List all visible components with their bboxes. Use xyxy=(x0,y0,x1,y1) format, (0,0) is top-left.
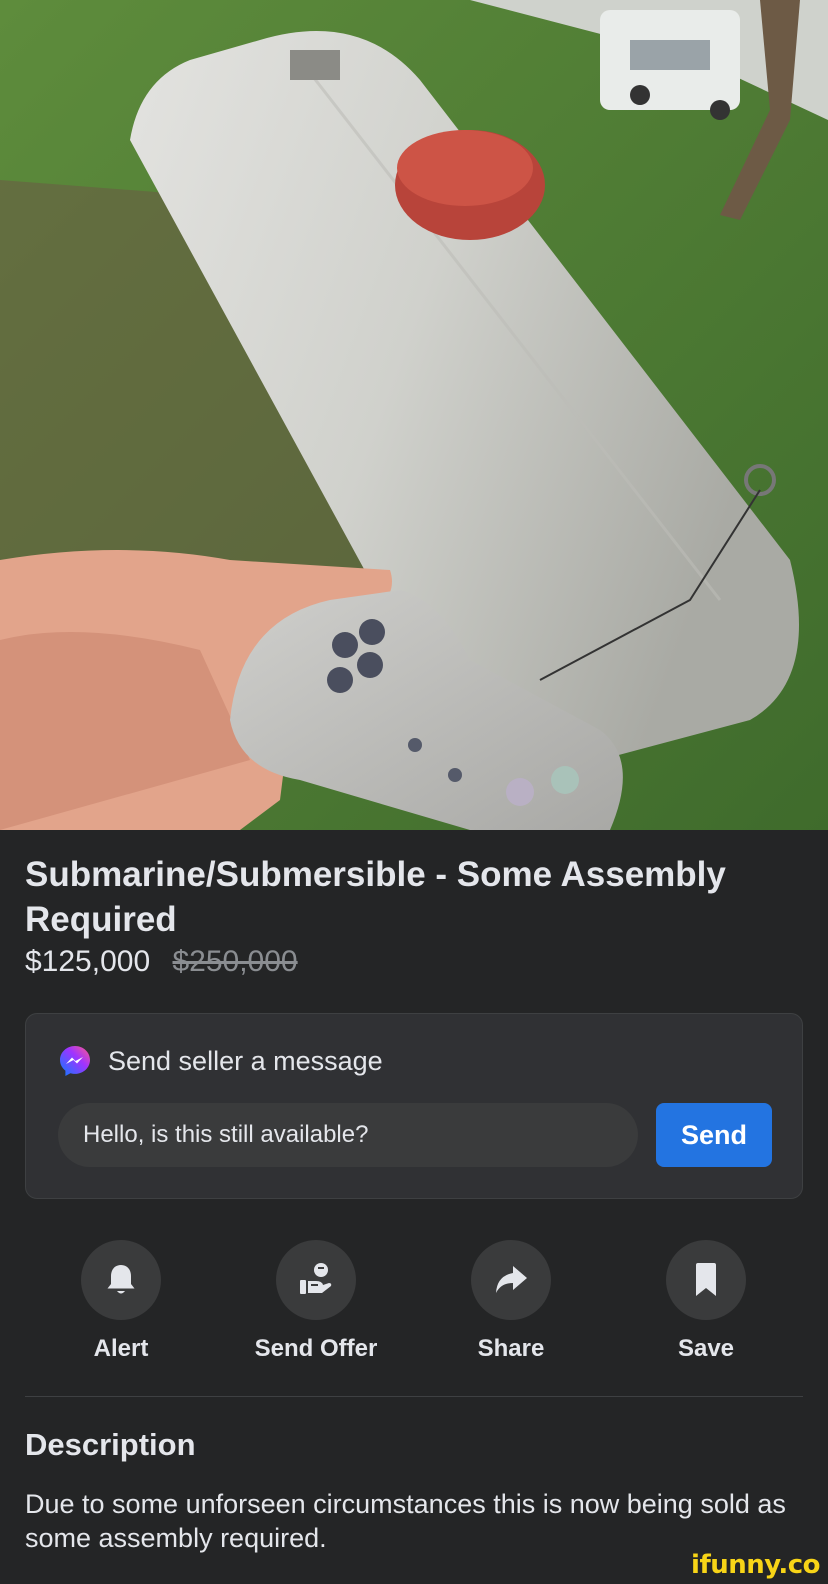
message-header-label: Send seller a message xyxy=(108,1045,383,1076)
share-button[interactable]: Share xyxy=(421,1240,601,1363)
section-divider xyxy=(25,1396,803,1397)
offer-icon xyxy=(300,1263,332,1294)
send-offer-button[interactable]: Send Offer xyxy=(226,1240,406,1363)
alert-label: Alert xyxy=(93,1335,149,1362)
share-label: Share xyxy=(477,1335,545,1362)
message-header: Send seller a message xyxy=(58,1044,383,1078)
message-seller-card: Send seller a message Send xyxy=(25,1013,803,1199)
message-input[interactable] xyxy=(58,1103,638,1167)
save-circle[interactable] xyxy=(666,1240,746,1320)
ifunny-watermark: ifunny.co xyxy=(691,1550,820,1580)
listing-price: $125,000 xyxy=(25,945,151,978)
send-button[interactable]: Send xyxy=(656,1103,772,1167)
listing-title: Submarine/Submersible - Some Assembly Re… xyxy=(25,855,726,939)
send-offer-label: Send Offer xyxy=(254,1335,378,1362)
listing-details: Submarine/Submersible - Some Assembly Re… xyxy=(0,830,828,1584)
original-price: $250,000 xyxy=(172,945,298,978)
alert-circle[interactable] xyxy=(81,1240,161,1320)
save-button[interactable]: Save xyxy=(616,1240,796,1363)
listing-photo[interactable] xyxy=(0,0,828,830)
price-row: $125,000 $250,000 xyxy=(25,942,298,982)
share-circle[interactable] xyxy=(471,1240,551,1320)
listing-photo-illustration xyxy=(0,0,828,830)
bell-icon xyxy=(107,1265,135,1294)
action-bar: Alert Send Offer Share Save xyxy=(0,1240,828,1370)
share-icon xyxy=(496,1266,527,1293)
bookmark-icon xyxy=(696,1263,716,1296)
description-heading: Description xyxy=(25,1427,196,1462)
save-label: Save xyxy=(677,1335,735,1362)
messenger-icon xyxy=(60,1046,90,1076)
send-offer-circle[interactable] xyxy=(276,1240,356,1320)
description-text: Due to some unforseen circumstances this… xyxy=(25,1489,786,1553)
alert-button[interactable]: Alert xyxy=(31,1240,211,1363)
